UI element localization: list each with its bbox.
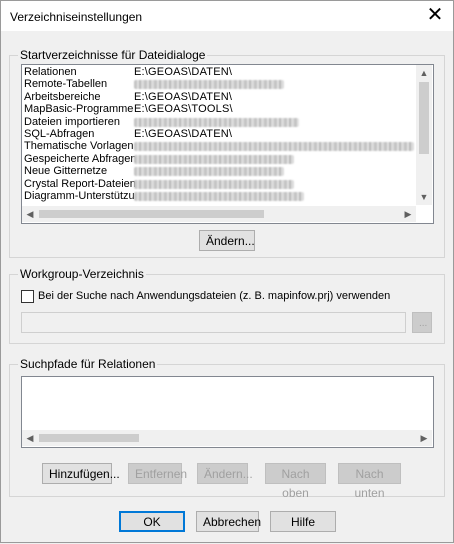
horizontal-scroll-thumb[interactable] — [39, 434, 139, 442]
list-item-path: E:\GEOAS\DATEN\ — [134, 90, 233, 103]
list-item[interactable]: Crystal Report-Dateien — [22, 178, 416, 191]
list-item[interactable]: Dateien importieren — [22, 116, 416, 129]
list-item-name: Gespeicherte Abfragen — [24, 152, 137, 165]
list-item-name: Relationen — [24, 66, 77, 78]
scroll-down-icon[interactable]: ▼ — [416, 189, 432, 205]
startdirs-vertical-scrollbar[interactable]: ▲ ▼ — [416, 65, 432, 205]
scroll-right-icon[interactable]: ▶ — [416, 430, 432, 446]
list-item[interactable]: Diagramm-Unterstützu — [22, 190, 416, 203]
scroll-right-icon[interactable]: ▶ — [400, 206, 416, 222]
list-item[interactable]: Neue Gitternetze — [22, 165, 416, 178]
list-item-name: Thematische Vorlagen — [24, 140, 134, 153]
workgroup-group: Workgroup-Verzeichnis — [9, 267, 445, 344]
scroll-up-icon[interactable]: ▲ — [416, 65, 432, 81]
list-item-path-redacted — [134, 192, 304, 201]
horizontal-scroll-thumb[interactable] — [39, 210, 264, 218]
startdirs-group-label: Startverzeichnisse für Dateidialoge — [18, 48, 208, 62]
list-item-path: E:\GEOAS\TOOLS\ — [134, 103, 233, 116]
workgroup-path-input[interactable] — [21, 312, 406, 333]
list-item[interactable]: MapBasic-Programme E:\GEOAS\TOOLS\ — [22, 103, 416, 116]
list-item[interactable]: Relationen E:\GEOAS\DATEN\ — [22, 66, 416, 79]
title-bar: Verzeichniseinstellungen ✕ — [0, 0, 454, 31]
workgroup-checkbox-label[interactable]: Bei der Suche nach Anwendungsdateien (z.… — [38, 290, 390, 302]
workgroup-browse-button[interactable]: ... — [412, 312, 432, 333]
list-item-path-redacted — [134, 154, 294, 164]
startdirs-horizontal-scrollbar[interactable]: ◀ ▶ — [22, 206, 416, 222]
window-title: Verzeichniseinstellungen — [10, 10, 143, 24]
vertical-scroll-thumb[interactable] — [419, 82, 429, 154]
list-item[interactable]: Gespeicherte Abfragen — [22, 153, 416, 166]
help-button[interactable]: Hilfe — [270, 511, 336, 532]
remove-searchpath-button[interactable]: Entfernen — [128, 463, 187, 484]
list-item-name: SQL-Abfragen — [24, 128, 95, 140]
list-item-name: Neue Gitternetze — [24, 165, 108, 178]
list-item-path: E:\GEOAS\DATEN\ — [134, 66, 233, 78]
list-item-path-redacted — [134, 167, 284, 177]
list-item[interactable]: SQL-Abfragen E:\GEOAS\DATEN\ — [22, 128, 416, 141]
close-icon[interactable]: ✕ — [423, 3, 447, 27]
workgroup-checkbox[interactable] — [21, 290, 34, 303]
workgroup-group-label: Workgroup-Verzeichnis — [18, 267, 146, 281]
list-item-name: MapBasic-Programme — [24, 103, 134, 116]
cancel-button[interactable]: Abbrechen — [196, 511, 261, 532]
change-searchpath-button[interactable]: Ändern... — [197, 463, 253, 484]
searchpaths-group-label: Suchpfade für Relationen — [18, 357, 158, 371]
change-startdir-button[interactable]: Ändern... — [199, 230, 255, 251]
list-item[interactable]: Thematische Vorlagen — [22, 140, 416, 153]
searchpaths-horizontal-scrollbar[interactable]: ◀ ▶ — [22, 430, 432, 446]
scroll-left-icon[interactable]: ◀ — [22, 430, 38, 446]
add-searchpath-button[interactable]: Hinzufügen... — [42, 463, 120, 484]
list-item-name: Diagramm-Unterstützu — [24, 190, 135, 202]
searchpaths-listbox[interactable]: ◀ ▶ — [21, 376, 434, 448]
move-down-button[interactable]: Nach unten — [338, 463, 401, 500]
list-item-name: Arbeitsbereiche — [24, 90, 101, 103]
startdirs-listbox[interactable]: Relationen E:\GEOAS\DATEN\ Remote-Tabellen… — [21, 64, 434, 224]
list-item-name: Remote-Tabellen — [24, 78, 108, 91]
list-item[interactable]: Arbeitsbereiche E:\GEOAS\DATEN\ — [22, 91, 416, 104]
list-item-path-redacted — [134, 179, 294, 189]
list-item-path: E:\GEOAS\DATEN\ — [134, 128, 233, 140]
list-item-path-redacted — [134, 142, 414, 152]
list-item[interactable]: Remote-Tabellen — [22, 78, 416, 91]
move-up-button[interactable]: Nach oben — [265, 463, 326, 500]
scroll-left-icon[interactable]: ◀ — [22, 206, 38, 222]
ok-button[interactable]: OK — [119, 511, 185, 532]
list-item-name: Crystal Report-Dateien — [24, 177, 136, 190]
list-item-path-redacted — [134, 80, 284, 90]
list-item-path-redacted — [134, 117, 299, 127]
list-item-name: Dateien importieren — [24, 115, 120, 128]
